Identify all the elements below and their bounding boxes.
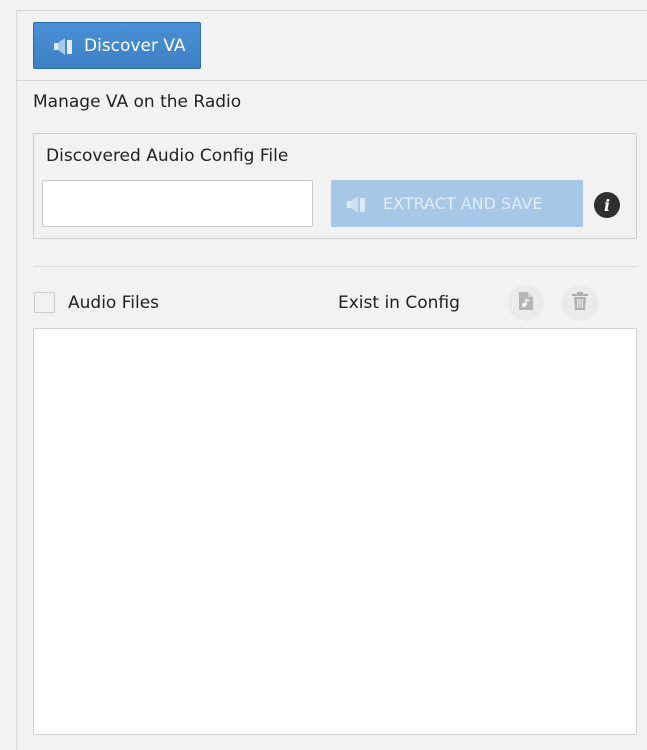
column-header-audio-files: Audio Files bbox=[68, 293, 160, 313]
music-file-icon bbox=[518, 291, 534, 315]
audio-files-list[interactable] bbox=[33, 328, 637, 735]
info-icon[interactable]: i bbox=[594, 192, 620, 218]
speaker-icon bbox=[345, 193, 367, 215]
extract-and-save-label: EXTRACT AND SAVE bbox=[383, 194, 543, 213]
config-file-label: Discovered Audio Config File bbox=[46, 146, 289, 166]
mid-divider bbox=[33, 266, 637, 267]
config-file-input[interactable] bbox=[42, 180, 313, 227]
trash-icon bbox=[571, 291, 589, 315]
discover-va-button[interactable]: Discover VA bbox=[33, 22, 201, 69]
music-file-button[interactable] bbox=[508, 285, 544, 321]
column-header-exist-in-config: Exist in Config bbox=[338, 293, 460, 313]
speaker-icon bbox=[52, 35, 74, 57]
extract-and-save-button[interactable]: EXTRACT AND SAVE bbox=[331, 180, 583, 227]
delete-button[interactable] bbox=[562, 285, 598, 321]
discover-va-label: Discover VA bbox=[84, 35, 186, 56]
top-divider bbox=[17, 80, 647, 81]
section-title: Manage VA on the Radio bbox=[33, 92, 242, 112]
select-all-checkbox[interactable] bbox=[34, 292, 55, 313]
